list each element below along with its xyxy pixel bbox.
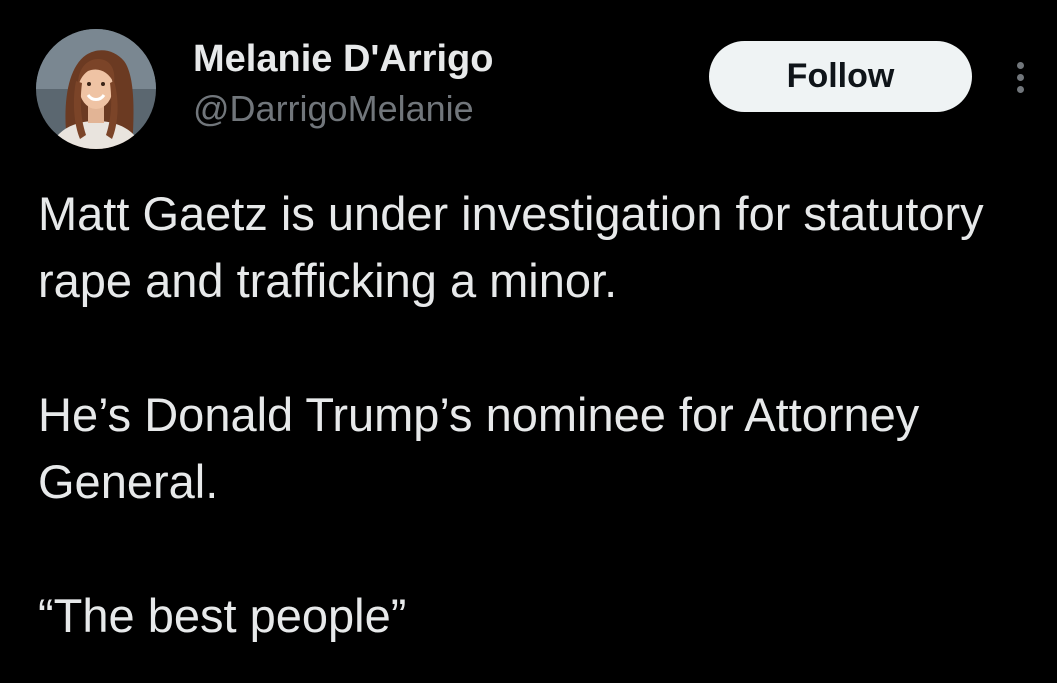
avatar[interactable] <box>36 29 156 149</box>
author-info[interactable]: Melanie D'Arrigo @DarrigoMelanie <box>193 37 493 131</box>
profile-photo-icon <box>36 29 156 149</box>
tweet-card: Melanie D'Arrigo @DarrigoMelanie Follow … <box>0 0 1057 683</box>
tweet-paragraph: Matt Gaetz is under investigation for st… <box>38 187 984 307</box>
display-name[interactable]: Melanie D'Arrigo <box>193 37 493 81</box>
tweet-paragraph: He’s Donald Trump’s nominee for Attorney… <box>38 388 920 508</box>
more-vertical-icon-dot <box>1016 73 1024 81</box>
tweet-paragraph: “The best people” <box>38 589 407 642</box>
tweet-text: Matt Gaetz is under investigation for st… <box>38 180 1028 649</box>
user-handle[interactable]: @DarrigoMelanie <box>193 87 493 131</box>
follow-button[interactable]: Follow <box>709 41 972 112</box>
more-vertical-icon <box>1016 61 1024 69</box>
more-vertical-icon-dot <box>1016 85 1024 93</box>
more-options-button[interactable] <box>1006 52 1034 102</box>
